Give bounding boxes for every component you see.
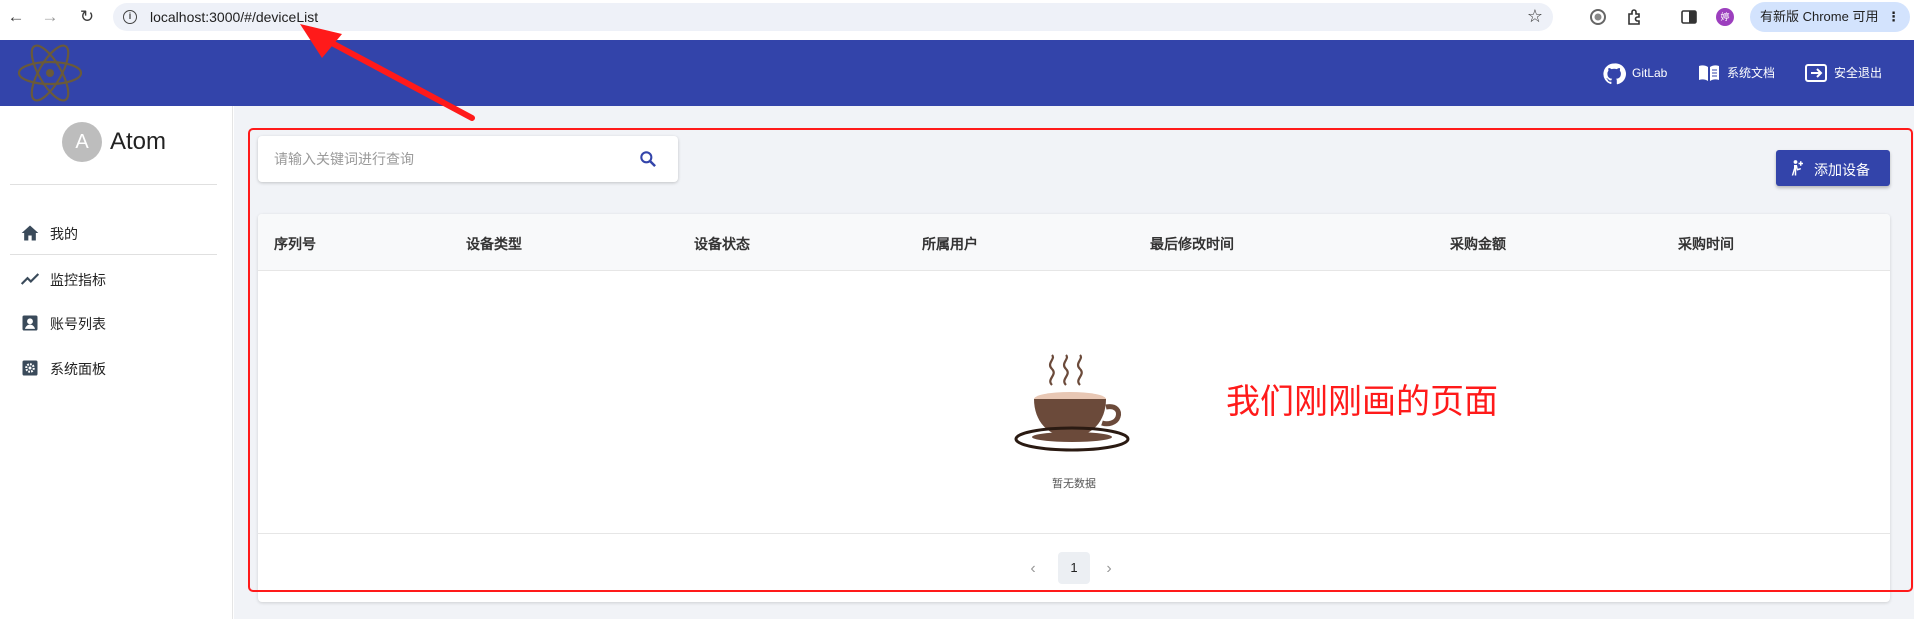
url-text[interactable]: localhost:3000/#/deviceList [150,9,318,25]
chevron-right-icon[interactable]: › [1098,556,1120,582]
brand-name: Atom [110,128,167,155]
side-panel-icon[interactable] [1680,8,1698,26]
add-device-button[interactable]: 添加设备 [1776,150,1890,186]
book-icon [1699,65,1719,81]
back-arrow-icon[interactable]: ← [6,7,26,27]
page-number[interactable]: 1 [1058,552,1090,584]
user-avatar: A [62,122,102,162]
annotation-text: 我们刚刚画的页面 [1226,383,1498,421]
more-menu-icon[interactable]: ⋮ [1887,2,1900,32]
forward-arrow-icon[interactable]: → [40,7,60,27]
column-header[interactable]: 采购金额 [1450,234,1506,254]
logout-link[interactable]: 安全退出 [1804,62,1894,84]
device-table: 序列号 设备类型 设备状态 所属用户 最后修改时间 采购金额 采购时间 暂无数据… [258,214,1890,602]
trend-icon [20,273,40,285]
logout-label: 安全退出 [1834,66,1883,80]
sidebar-item-mine[interactable]: 我的 [0,210,232,254]
reload-icon[interactable]: ↻ [77,7,97,27]
sidebar-item-system-panel[interactable]: 系统面板 [0,345,232,389]
search-icon[interactable] [638,149,658,169]
sidebar-item-label: 系统面板 [50,361,106,377]
chevron-left-icon[interactable]: ‹ [1022,556,1044,582]
add-device-label: 添加设备 [1814,162,1870,178]
sidebar-item-monitoring[interactable]: 监控指标 [0,256,232,300]
column-header[interactable]: 所属用户 [922,234,978,254]
logout-icon [1805,64,1827,82]
sidebar-item-accounts[interactable]: 账号列表 [0,300,232,344]
coffee-cup-icon [1014,354,1130,452]
column-header[interactable]: 序列号 [274,234,316,254]
sidebar-divider [10,254,217,255]
empty-text: 暂无数据 [1052,478,1096,490]
docs-label: 系统文档 [1727,66,1776,80]
sidebar-item-label: 账号列表 [50,316,106,332]
search-input[interactable] [274,148,614,170]
address-bar[interactable]: i localhost:3000/#/deviceList ☆ [113,3,1553,31]
extension-circle-icon[interactable] [1589,8,1607,26]
profile-avatar[interactable]: 婷 [1716,8,1734,26]
table-header: 序列号 设备类型 设备状态 所属用户 最后修改时间 采购金额 采购时间 [258,214,1890,271]
home-icon [21,225,39,241]
search-box [258,136,678,182]
extensions-puzzle-icon[interactable] [1626,8,1644,26]
empty-state: 暂无数据 [258,271,1890,533]
account-box-icon [22,315,38,331]
column-header[interactable]: 设备状态 [694,234,750,254]
gitlab-link[interactable]: GitLab [1602,62,1682,85]
atom-logo-icon [17,44,83,102]
browser-toolbar: ← → ↻ i localhost:3000/#/deviceList ☆ 婷 … [0,0,1914,34]
settings-box-icon [22,360,38,376]
column-header[interactable]: 设备类型 [466,234,522,254]
sidebar-item-label: 我的 [50,226,78,242]
update-label: 有新版 Chrome 可用 [1760,9,1879,24]
sidebar-item-label: 监控指标 [50,272,106,288]
column-header[interactable]: 最后修改时间 [1150,234,1234,254]
sidebar-divider [10,184,217,185]
sidebar: A Atom 我的 监控指标 账号列表 系统面板 [0,106,233,619]
pagination: ‹ 1 › [258,533,1890,602]
main-content: 添加设备 序列号 设备类型 设备状态 所属用户 最后修改时间 采购金额 采购时间 [234,106,1914,619]
gitlab-label: GitLab [1632,66,1668,80]
docs-link[interactable]: 系统文档 [1697,62,1777,84]
github-icon [1603,63,1626,85]
app-header: GitLab 系统文档 安全退出 [0,40,1914,106]
column-header[interactable]: 采购时间 [1678,234,1734,254]
site-info-icon[interactable]: i [123,10,137,24]
bookmark-star-icon[interactable]: ☆ [1527,6,1543,27]
chrome-update-button[interactable]: 有新版 Chrome 可用 ⋮ [1750,2,1910,32]
person-add-icon [1791,160,1803,176]
